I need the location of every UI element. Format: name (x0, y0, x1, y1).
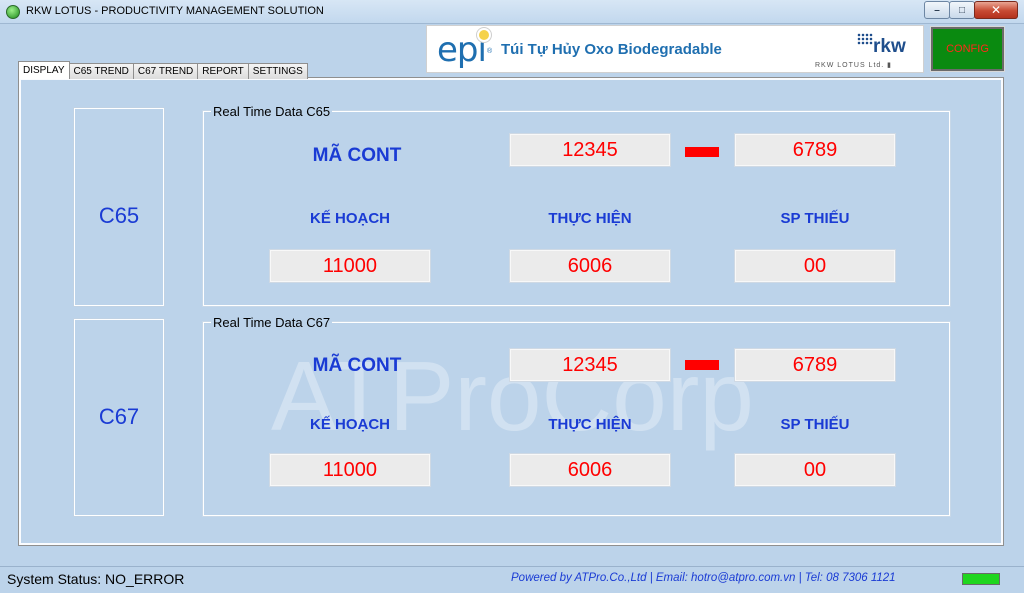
minimize-button[interactable]: – (924, 1, 950, 19)
group-title-c67: Real Time Data C67 (211, 315, 333, 330)
shortage-value-field: 00 (735, 454, 895, 486)
actual-value-field: 6006 (510, 250, 670, 282)
actual-label: THỰC HIỆN (548, 416, 632, 433)
tab-c65-trend[interactable]: C65 TREND (68, 63, 134, 79)
tab-display[interactable]: DISPLAY (18, 61, 70, 79)
tab-strip: DISPLAY C65 TREND C67 TREND REPORT SETTI… (18, 61, 308, 79)
plan-label: KẾ HOẠCH (309, 210, 390, 227)
banner-slogan: Túi Tự Hủy Oxo Biodegradable (501, 41, 722, 58)
rkw-subtitle: RKW LOTUS Ltd. ▮ (815, 62, 893, 69)
shortage-value-field: 00 (735, 250, 895, 282)
actual-value-field: 6006 (510, 454, 670, 486)
window-title: RKW LOTUS - PRODUCTIVITY MANAGEMENT SOLU… (26, 5, 324, 17)
actual-label: THỰC HIỆN (548, 210, 632, 227)
dash-separator (685, 147, 719, 157)
registered-mark: ® (487, 48, 493, 55)
tab-c67-trend[interactable]: C67 TREND (132, 63, 199, 79)
cont-code-2-field: 6789 (735, 349, 895, 381)
window-controls: – □ ✕ (924, 1, 1018, 19)
realtime-group-c67: Real Time Data C67 MÃ CONT 12345 6789 KẾ… (203, 315, 950, 516)
tab-settings[interactable]: SETTINGS (247, 63, 308, 79)
plan-value-field: 11000 (270, 250, 430, 282)
realtime-group-c65: Real Time Data C65 MÃ CONT 12345 6789 KẾ… (203, 104, 950, 306)
close-button[interactable]: ✕ (974, 1, 1018, 19)
maximize-button[interactable]: □ (949, 1, 975, 19)
status-indicator (962, 573, 1000, 585)
line-c67-box: C67 (74, 319, 164, 516)
config-button[interactable]: CONFIG (930, 26, 1005, 72)
shortage-label: SP THIẾU (780, 210, 850, 227)
group-title-c65: Real Time Data C65 (211, 104, 333, 119)
display-panel-inner: ATProCorp C65 Real Time Data C65 MÃ CONT… (21, 80, 1001, 543)
cont-code-1-field: 12345 (510, 134, 670, 166)
powered-by-text: Powered by ATPro.Co.,Ltd | Email: hotro@… (511, 572, 896, 584)
rkw-logo: rkw (873, 36, 906, 57)
flower-icon (479, 30, 489, 40)
rkw-dots-icon (857, 33, 873, 45)
status-bar: System Status: NO_ERROR Powered by ATPro… (0, 566, 1024, 593)
cont-code-1-field: 12345 (510, 349, 670, 381)
cont-label: MÃ CONT (312, 355, 402, 376)
brand-banner: epi ® Túi Tự Hủy Oxo Biodegradable rkw R… (426, 25, 924, 73)
title-bar[interactable]: RKW LOTUS - PRODUCTIVITY MANAGEMENT SOLU… (0, 0, 1024, 24)
plan-value-field: 11000 (270, 454, 430, 486)
app-icon (6, 5, 20, 19)
display-panel: ATProCorp C65 Real Time Data C65 MÃ CONT… (18, 77, 1004, 546)
line-c65-box: C65 (74, 108, 164, 306)
cont-code-2-field: 6789 (735, 134, 895, 166)
system-status: System Status: NO_ERROR (7, 571, 185, 587)
cont-label: MÃ CONT (312, 145, 402, 166)
shortage-label: SP THIẾU (780, 416, 850, 433)
plan-label: KẾ HOẠCH (309, 416, 390, 433)
dash-separator (685, 360, 719, 370)
line-c65-label: C65 (98, 203, 140, 228)
tab-report[interactable]: REPORT (197, 63, 249, 79)
line-c67-label: C67 (98, 404, 140, 429)
